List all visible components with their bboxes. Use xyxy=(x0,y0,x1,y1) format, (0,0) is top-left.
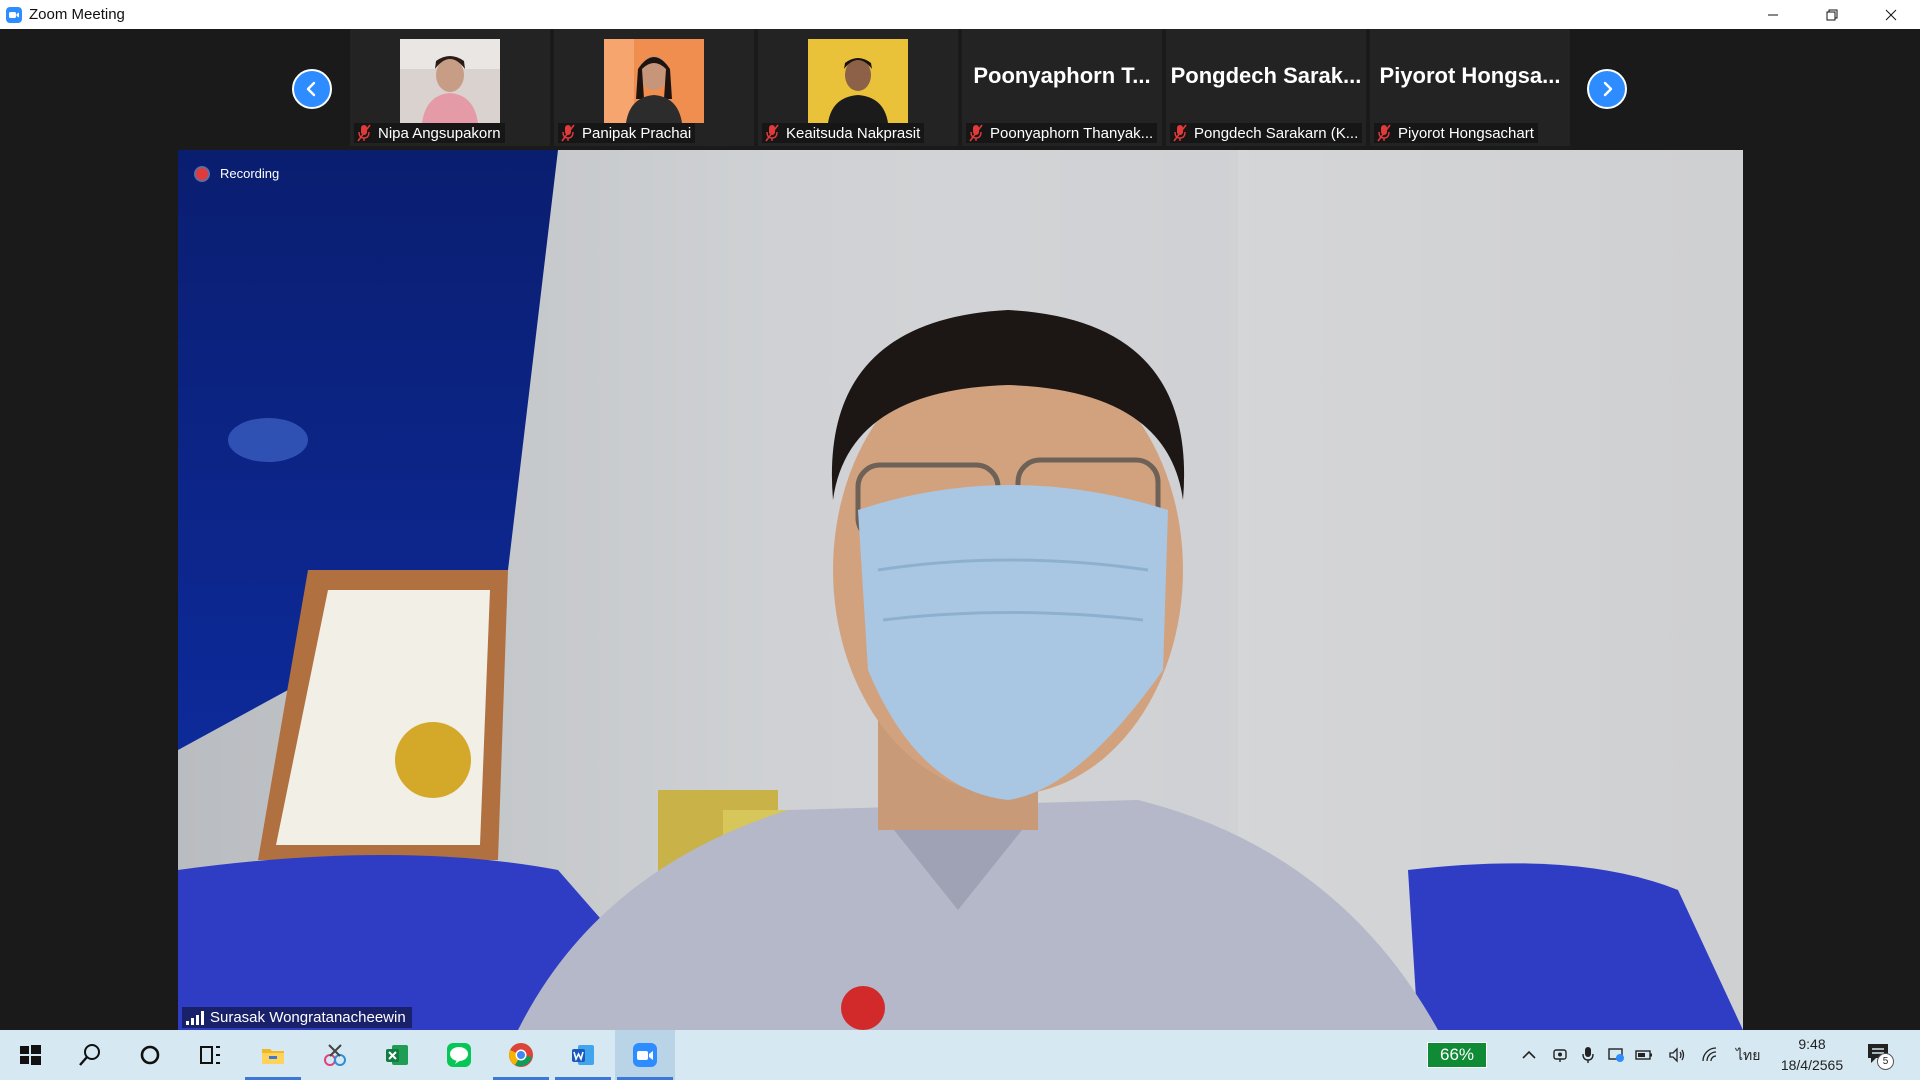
participant-tile[interactable]: Piyorot Hongsa... Piyorot Hongsachart xyxy=(1370,29,1570,146)
participant-display-name: Piyorot Hongsa... xyxy=(1379,63,1561,88)
restore-button[interactable] xyxy=(1802,0,1861,29)
restore-icon xyxy=(1826,9,1837,20)
muted-mic-icon xyxy=(357,124,371,142)
input-language[interactable]: ไทย xyxy=(1736,1045,1760,1067)
participant-video xyxy=(400,39,500,123)
start-button[interactable] xyxy=(0,1030,60,1080)
zoom-app-icon xyxy=(6,6,22,23)
taskbar-file-explorer[interactable] xyxy=(243,1030,303,1080)
participant-tile[interactable]: Pongdech Sarak... Pongdech Sarakarn (K..… xyxy=(1166,29,1366,146)
next-page-button[interactable] xyxy=(1587,69,1627,109)
participant-label: Panipak Prachai xyxy=(558,123,696,143)
show-hidden-icons-button[interactable] xyxy=(1519,1045,1539,1065)
wifi-icon xyxy=(1702,1047,1717,1062)
participant-name: Pongdech Sarakarn (K... xyxy=(1194,124,1359,142)
title-bar: Zoom Meeting xyxy=(0,0,1920,29)
recording-label: Recording xyxy=(220,166,280,181)
chevron-left-icon xyxy=(306,81,316,97)
volume-icon xyxy=(1669,1047,1685,1063)
tray-battery[interactable] xyxy=(1634,1045,1654,1065)
cortana-icon xyxy=(140,1045,160,1065)
taskbar-zoom[interactable] xyxy=(615,1030,675,1080)
speaker-name: Surasak Wongratanacheewin xyxy=(210,1009,406,1026)
tray-wifi[interactable] xyxy=(1700,1045,1720,1065)
muted-mic-icon xyxy=(1173,124,1187,142)
participant-name: Nipa Angsupakorn xyxy=(378,124,501,142)
tray-defender[interactable] xyxy=(1606,1045,1626,1065)
participant-tile[interactable]: Panipak Prachai xyxy=(554,29,754,146)
notification-count-badge: 5 xyxy=(1877,1053,1894,1070)
zoom-icon xyxy=(633,1043,657,1067)
participant-label: Piyorot Hongsachart xyxy=(1374,123,1538,143)
clock-date: 18/4/2565 xyxy=(1780,1057,1844,1073)
participant-display-name: Pongdech Sarak... xyxy=(1170,63,1362,88)
taskbar-line[interactable] xyxy=(429,1030,489,1080)
tray-volume[interactable] xyxy=(1667,1045,1687,1065)
participant-display-name: Poonyaphorn T... xyxy=(973,63,1151,88)
windows-start-icon xyxy=(20,1045,41,1065)
file-explorer-icon xyxy=(262,1049,284,1064)
microphone-icon xyxy=(1582,1047,1594,1063)
recording-indicator: Recording xyxy=(196,166,279,181)
participant-tile[interactable]: Nipa Angsupakorn xyxy=(350,29,550,146)
participant-label: Nipa Angsupakorn xyxy=(354,123,505,143)
line-icon xyxy=(447,1043,471,1067)
action-center-button[interactable]: 5 xyxy=(1866,1042,1896,1070)
search-button[interactable] xyxy=(60,1030,120,1080)
participant-name: Piyorot Hongsachart xyxy=(1398,124,1534,142)
muted-mic-icon xyxy=(561,124,575,142)
cortana-button[interactable] xyxy=(120,1030,180,1080)
muted-mic-icon xyxy=(1377,124,1391,142)
participant-video xyxy=(808,39,908,123)
task-view-icon xyxy=(200,1046,220,1064)
security-icon xyxy=(1608,1048,1624,1062)
snip-icon xyxy=(324,1044,346,1066)
clock-time: 9:48 xyxy=(1798,1036,1826,1052)
taskbar-word[interactable] xyxy=(553,1030,613,1080)
participant-name: Panipak Prachai xyxy=(582,124,692,142)
chrome-icon xyxy=(509,1043,533,1067)
participant-label: Pongdech Sarakarn (K... xyxy=(1170,123,1363,143)
tray-microphone[interactable] xyxy=(1578,1045,1598,1065)
battery-icon xyxy=(1635,1050,1652,1060)
participant-label: Keaitsuda Nakprasit xyxy=(762,123,925,143)
chevron-right-icon xyxy=(1603,81,1613,97)
speaker-name-label: Surasak Wongratanacheewin xyxy=(182,1007,412,1028)
taskbar-chrome[interactable] xyxy=(491,1030,551,1080)
participant-name: Keaitsuda Nakprasit xyxy=(786,124,921,142)
window-controls xyxy=(1743,0,1920,29)
signal-strength-icon xyxy=(186,1010,204,1025)
tray-camera[interactable] xyxy=(1550,1045,1570,1065)
word-icon xyxy=(572,1045,594,1065)
previous-page-button[interactable] xyxy=(292,69,332,109)
minimize-button[interactable] xyxy=(1743,0,1802,29)
muted-mic-icon xyxy=(969,124,983,142)
close-icon xyxy=(1885,9,1896,20)
speaker-video-frame xyxy=(178,150,1743,1030)
system-clock[interactable]: 9:48 18/4/2565 xyxy=(1770,1034,1854,1076)
participant-tile[interactable]: Keaitsuda Nakprasit xyxy=(758,29,958,146)
taskbar-excel[interactable] xyxy=(367,1030,427,1080)
windows-taskbar: 66% ไทย 9:48 18/4/2565 5 xyxy=(0,1030,1920,1080)
participant-strip: Nipa Angsupakorn Panipak Prachai Keaitsu… xyxy=(0,29,1920,149)
participant-name: Poonyaphorn Thanyak... xyxy=(990,124,1154,142)
participant-label: Poonyaphorn Thanyak... xyxy=(966,123,1158,143)
muted-mic-icon xyxy=(765,124,779,142)
excel-icon xyxy=(386,1045,408,1065)
participant-video xyxy=(604,39,704,123)
participant-tile[interactable]: Poonyaphorn T... Poonyaphorn Thanyak... xyxy=(962,29,1162,146)
window-title: Zoom Meeting xyxy=(29,6,125,23)
battery-percentage-badge[interactable]: 66% xyxy=(1427,1042,1487,1068)
search-icon xyxy=(79,1044,100,1066)
chevron-up-icon xyxy=(1522,1050,1536,1059)
taskbar-snip[interactable] xyxy=(305,1030,365,1080)
active-speaker-video[interactable]: Recording Surasak Wongratanacheewin xyxy=(178,150,1743,1030)
webcam-icon xyxy=(1553,1049,1567,1062)
task-view-button[interactable] xyxy=(180,1030,240,1080)
minimize-icon xyxy=(1767,14,1778,15)
recording-dot-icon xyxy=(196,167,208,180)
close-button[interactable] xyxy=(1861,0,1920,29)
